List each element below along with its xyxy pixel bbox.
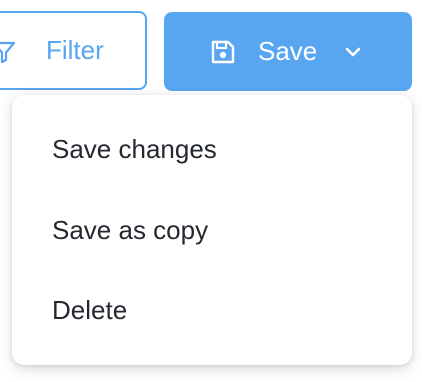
save-button-label: Save [258, 36, 318, 66]
save-dropdown-menu: Save changes Save as copy Delete [12, 95, 412, 365]
menu-item-delete[interactable]: Delete [12, 270, 412, 350]
chevron-down-icon[interactable] [342, 41, 364, 63]
menu-item-save-as-copy[interactable]: Save as copy [12, 190, 412, 270]
filter-icon [0, 40, 16, 64]
save-button[interactable]: Save [164, 12, 412, 91]
menu-item-save-changes[interactable]: Save changes [12, 109, 412, 189]
filter-button-label: Filter [46, 35, 104, 65]
floppy-disk-icon [210, 39, 236, 65]
filter-button[interactable]: Filter [0, 11, 147, 90]
